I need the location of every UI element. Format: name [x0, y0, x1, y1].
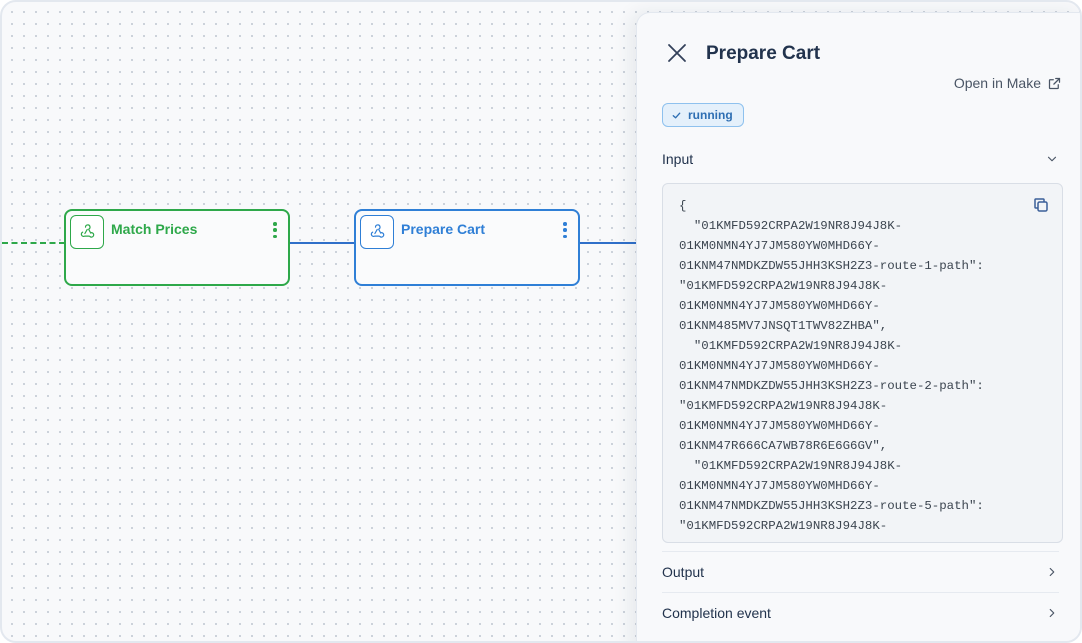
chevron-down-icon: [1047, 156, 1057, 162]
input-json-viewer[interactable]: { "01KMFD592CRPA2W19NR8J94J8K- 01KM0NMN4…: [662, 183, 1063, 543]
open-in-make-label: Open in Make: [953, 75, 1041, 91]
open-in-make-link[interactable]: Open in Make: [954, 75, 1062, 91]
external-link-icon: [1048, 77, 1061, 89]
edge-match-to-prepare: [290, 242, 354, 244]
chevron-right-icon: [1049, 567, 1055, 576]
status-badge: running: [662, 103, 744, 127]
input-label: Input: [662, 151, 694, 167]
node-title: Match Prices: [111, 221, 198, 237]
more-vertical-icon[interactable]: [272, 222, 278, 238]
input-section-header[interactable]: Input: [662, 139, 1059, 179]
node-details-panel: Prepare Cart Open in Make running Input …: [636, 12, 1080, 641]
input-json-content: { "01KMFD592CRPA2W19NR8J94J8K- 01KM0NMN4…: [679, 199, 984, 533]
edge-prepare-out: [580, 242, 640, 244]
webhook-icon: [70, 215, 104, 249]
node-match-prices[interactable]: Match Prices: [64, 209, 290, 286]
more-vertical-icon[interactable]: [562, 222, 568, 238]
check-icon: [672, 112, 681, 118]
workflow-canvas[interactable]: Match Prices Prepare Cart Prepare Cart O…: [0, 0, 1082, 643]
panel-title: Prepare Cart: [706, 43, 821, 64]
chevron-right-icon: [1049, 608, 1055, 617]
incoming-edge: [2, 242, 65, 244]
completion-event-section-header[interactable]: Completion event: [662, 592, 1059, 632]
completion-event-label: Completion event: [662, 604, 771, 621]
webhook-icon: [360, 215, 394, 249]
node-title: Prepare Cart: [401, 221, 486, 237]
output-section-header[interactable]: Output: [662, 551, 1059, 591]
status-label: running: [688, 108, 733, 122]
copy-icon[interactable]: [1032, 196, 1050, 214]
node-prepare-cart[interactable]: Prepare Cart: [354, 209, 580, 286]
output-label: Output: [662, 563, 705, 580]
close-icon[interactable]: [665, 41, 689, 65]
